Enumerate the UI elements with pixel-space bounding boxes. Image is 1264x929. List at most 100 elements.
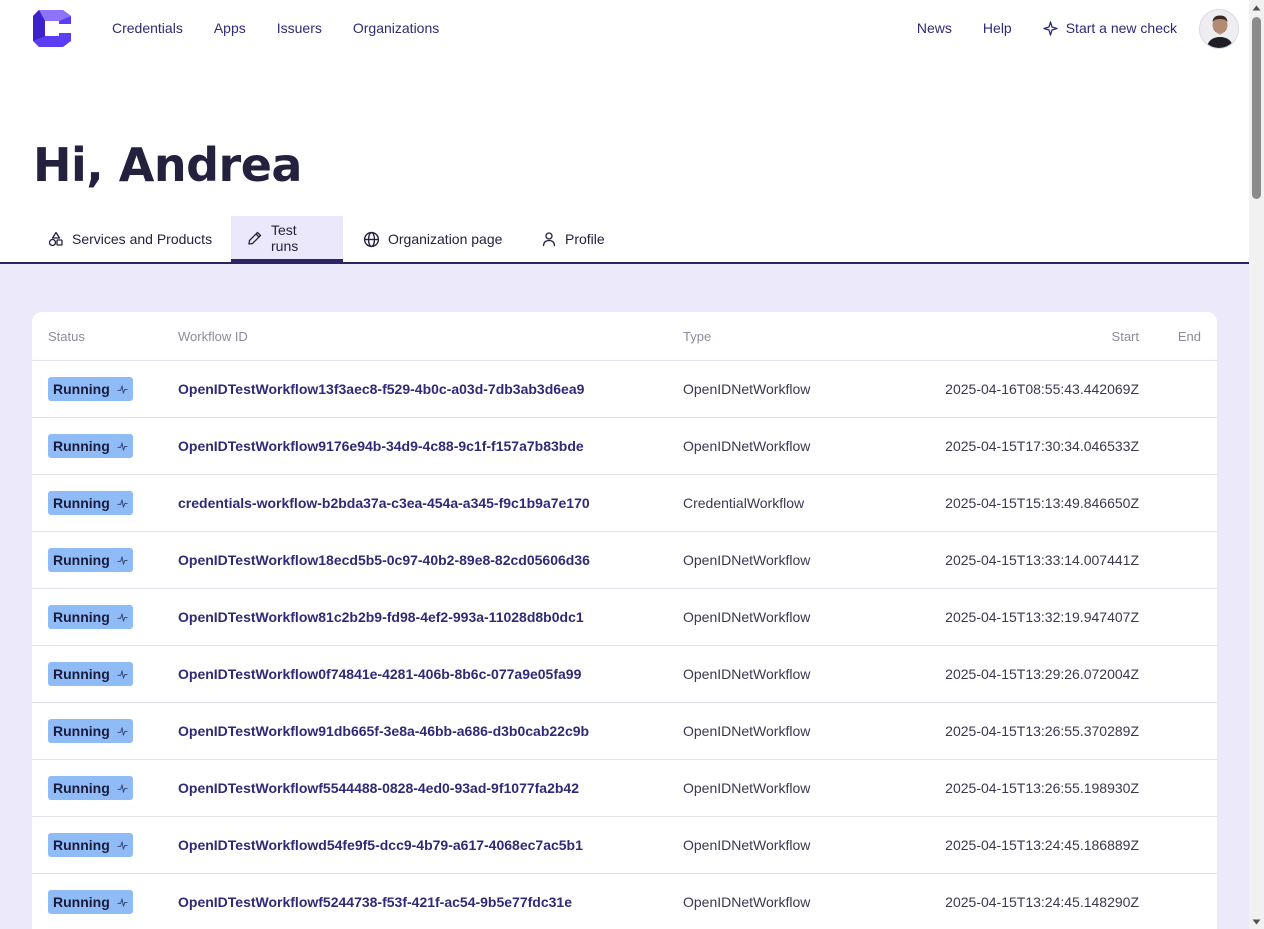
- status-badge-label: Running: [53, 438, 110, 454]
- workflow-type: OpenIDNetWorkflow: [683, 438, 811, 454]
- status-badge-label: Running: [53, 552, 110, 568]
- status-badge: Running: [48, 491, 133, 515]
- activity-icon: [117, 669, 128, 679]
- workflow-type: OpenIDNetWorkflow: [683, 780, 811, 796]
- status-badge-label: Running: [53, 609, 110, 625]
- nav-link-organizations[interactable]: Organizations: [353, 19, 439, 37]
- user-icon: [542, 232, 556, 247]
- status-badge-label: Running: [53, 780, 110, 796]
- tab-test-runs[interactable]: Test runs: [231, 216, 343, 262]
- status-badge: Running: [48, 719, 133, 743]
- nav-link-credentials[interactable]: Credentials: [112, 19, 183, 37]
- status-badge: Running: [48, 605, 133, 629]
- workflow-start-time: 2025-04-15T13:29:26.072004Z: [945, 666, 1139, 682]
- column-header-start: Start: [1111, 329, 1139, 344]
- workflow-id-link[interactable]: OpenIDTestWorkflowd54fe9f5-dcc9-4b79-a61…: [178, 837, 583, 854]
- logo-icon[interactable]: [33, 10, 71, 47]
- column-header-status: Status: [48, 329, 85, 344]
- status-badge-label: Running: [53, 837, 110, 853]
- sparkle-icon: [1043, 20, 1058, 36]
- page-greeting: Hi, Andrea: [33, 138, 302, 192]
- workflow-start-time: 2025-04-15T13:26:55.198930Z: [945, 780, 1139, 796]
- workflow-start-time: 2025-04-15T13:33:14.007441Z: [945, 552, 1139, 568]
- workflow-start-time: 2025-04-15T13:32:19.947407Z: [945, 609, 1139, 625]
- tab-label: Organization page: [388, 231, 503, 247]
- activity-icon: [117, 555, 128, 565]
- workflow-start-time: 2025-04-15T15:13:49.846650Z: [945, 495, 1139, 511]
- workflow-type: OpenIDNetWorkflow: [683, 666, 811, 682]
- status-badge-label: Running: [53, 666, 110, 682]
- tab-organization-page[interactable]: Organization page: [347, 216, 518, 262]
- main-nav-links: Credentials Apps Issuers Organizations: [112, 19, 470, 37]
- tab-profile[interactable]: Profile: [525, 216, 621, 262]
- table-row: Running OpenIDTestWorkflow91db665f-3e8a-4…: [32, 703, 1217, 760]
- workflow-id-link[interactable]: OpenIDTestWorkflow18ecd5b5-0c97-40b2-89e…: [178, 552, 590, 569]
- nav-link-issuers[interactable]: Issuers: [277, 19, 322, 37]
- status-badge-label: Running: [53, 381, 110, 397]
- workflow-start-time: 2025-04-15T13:24:45.148290Z: [945, 894, 1139, 910]
- workflow-type: OpenIDNetWorkflow: [683, 894, 811, 910]
- user-avatar[interactable]: [1199, 9, 1239, 49]
- nav-link-help[interactable]: Help: [983, 19, 1012, 37]
- workflow-id-link[interactable]: OpenIDTestWorkflowf5544488-0828-4ed0-93a…: [178, 780, 579, 797]
- activity-icon: [117, 897, 128, 907]
- table-row: Running OpenIDTestWorkflowf5544488-0828-4…: [32, 760, 1217, 817]
- pencil-icon: [248, 231, 262, 245]
- status-badge-label: Running: [53, 894, 110, 910]
- table-row: Running OpenIDTestWorkflow13f3aec8-f529-4…: [32, 361, 1217, 418]
- status-badge: Running: [48, 548, 133, 572]
- workflow-start-time: 2025-04-16T08:55:43.442069Z: [945, 381, 1139, 397]
- status-badge-label: Running: [53, 495, 110, 511]
- table-header: Status Workflow ID Type Start End: [32, 312, 1217, 361]
- workflow-type: OpenIDNetWorkflow: [683, 381, 811, 397]
- workflow-id-link[interactable]: OpenIDTestWorkflow91db665f-3e8a-46bb-a68…: [178, 723, 589, 740]
- table-row: Running OpenIDTestWorkflow9176e94b-34d9-4…: [32, 418, 1217, 475]
- nav-link-apps[interactable]: Apps: [214, 19, 246, 37]
- status-badge: Running: [48, 434, 133, 458]
- shapes-icon: [48, 231, 63, 247]
- table-row: Running OpenIDTestWorkflow18ecd5b5-0c97-4…: [32, 532, 1217, 589]
- tab-label: Services and Products: [72, 231, 213, 247]
- tab-label: Test runs: [271, 221, 299, 254]
- workflow-id-link[interactable]: OpenIDTestWorkflow9176e94b-34d9-4c88-9c1…: [178, 438, 584, 455]
- workflow-id-link[interactable]: OpenIDTestWorkflow13f3aec8-f529-4b0c-a03…: [178, 381, 584, 398]
- status-badge: Running: [48, 377, 133, 401]
- workflow-id-link[interactable]: credentials-workflow-b2bda37a-c3ea-454a-…: [178, 495, 590, 512]
- activity-icon: [117, 498, 128, 508]
- activity-icon: [117, 726, 128, 736]
- workflow-type: OpenIDNetWorkflow: [683, 609, 811, 625]
- tab-services-and-products[interactable]: Services and Products: [32, 216, 228, 262]
- activity-icon: [117, 840, 128, 850]
- workflow-start-time: 2025-04-15T17:30:34.046533Z: [945, 438, 1139, 454]
- column-header-type: Type: [683, 329, 712, 344]
- start-new-check-label: Start a new check: [1065, 20, 1177, 36]
- start-new-check-button[interactable]: Start a new check: [1043, 19, 1177, 37]
- status-badge: Running: [48, 776, 133, 800]
- table-row: Running OpenIDTestWorkflow81c2b2b9-fd98-4…: [32, 589, 1217, 646]
- workflow-id-link[interactable]: OpenIDTestWorkflow0f74841e-4281-406b-8b6…: [178, 666, 581, 683]
- column-header-workflow-id: Workflow ID: [178, 329, 248, 344]
- scroll-down-arrow-icon[interactable]: [1249, 914, 1264, 929]
- scroll-thumb[interactable]: [1252, 17, 1261, 199]
- workflow-type: OpenIDNetWorkflow: [683, 837, 811, 853]
- status-badge: Running: [48, 890, 133, 914]
- activity-icon: [117, 783, 128, 793]
- activity-icon: [117, 612, 128, 622]
- table-row: Running OpenIDTestWorkflowd54fe9f5-dcc9-4…: [32, 817, 1217, 874]
- nav-link-news[interactable]: News: [917, 19, 952, 37]
- content-area: Status Workflow ID Type Start End Runnin…: [0, 264, 1249, 929]
- nav-right-links: News Help Start a new check: [886, 19, 1177, 37]
- activity-icon: [117, 384, 128, 394]
- activity-icon: [117, 441, 128, 451]
- workflow-type: OpenIDNetWorkflow: [683, 552, 811, 568]
- top-navigation: Credentials Apps Issuers Organizations N…: [0, 0, 1249, 58]
- table-row: Running credentials-workflow-b2bda37a-c3e…: [32, 475, 1217, 532]
- dashboard-tabs: Services and Products Test runs Organiza…: [0, 216, 1249, 264]
- page-scrollbar[interactable]: [1249, 0, 1264, 929]
- workflow-id-link[interactable]: OpenIDTestWorkflow81c2b2b9-fd98-4ef2-993…: [178, 609, 584, 626]
- globe-icon: [363, 231, 380, 247]
- scroll-up-arrow-icon[interactable]: [1249, 0, 1264, 15]
- column-header-end: End: [1177, 329, 1201, 344]
- test-runs-table: Status Workflow ID Type Start End Runnin…: [32, 312, 1217, 929]
- workflow-id-link[interactable]: OpenIDTestWorkflowf5244738-f53f-421f-ac5…: [178, 894, 572, 911]
